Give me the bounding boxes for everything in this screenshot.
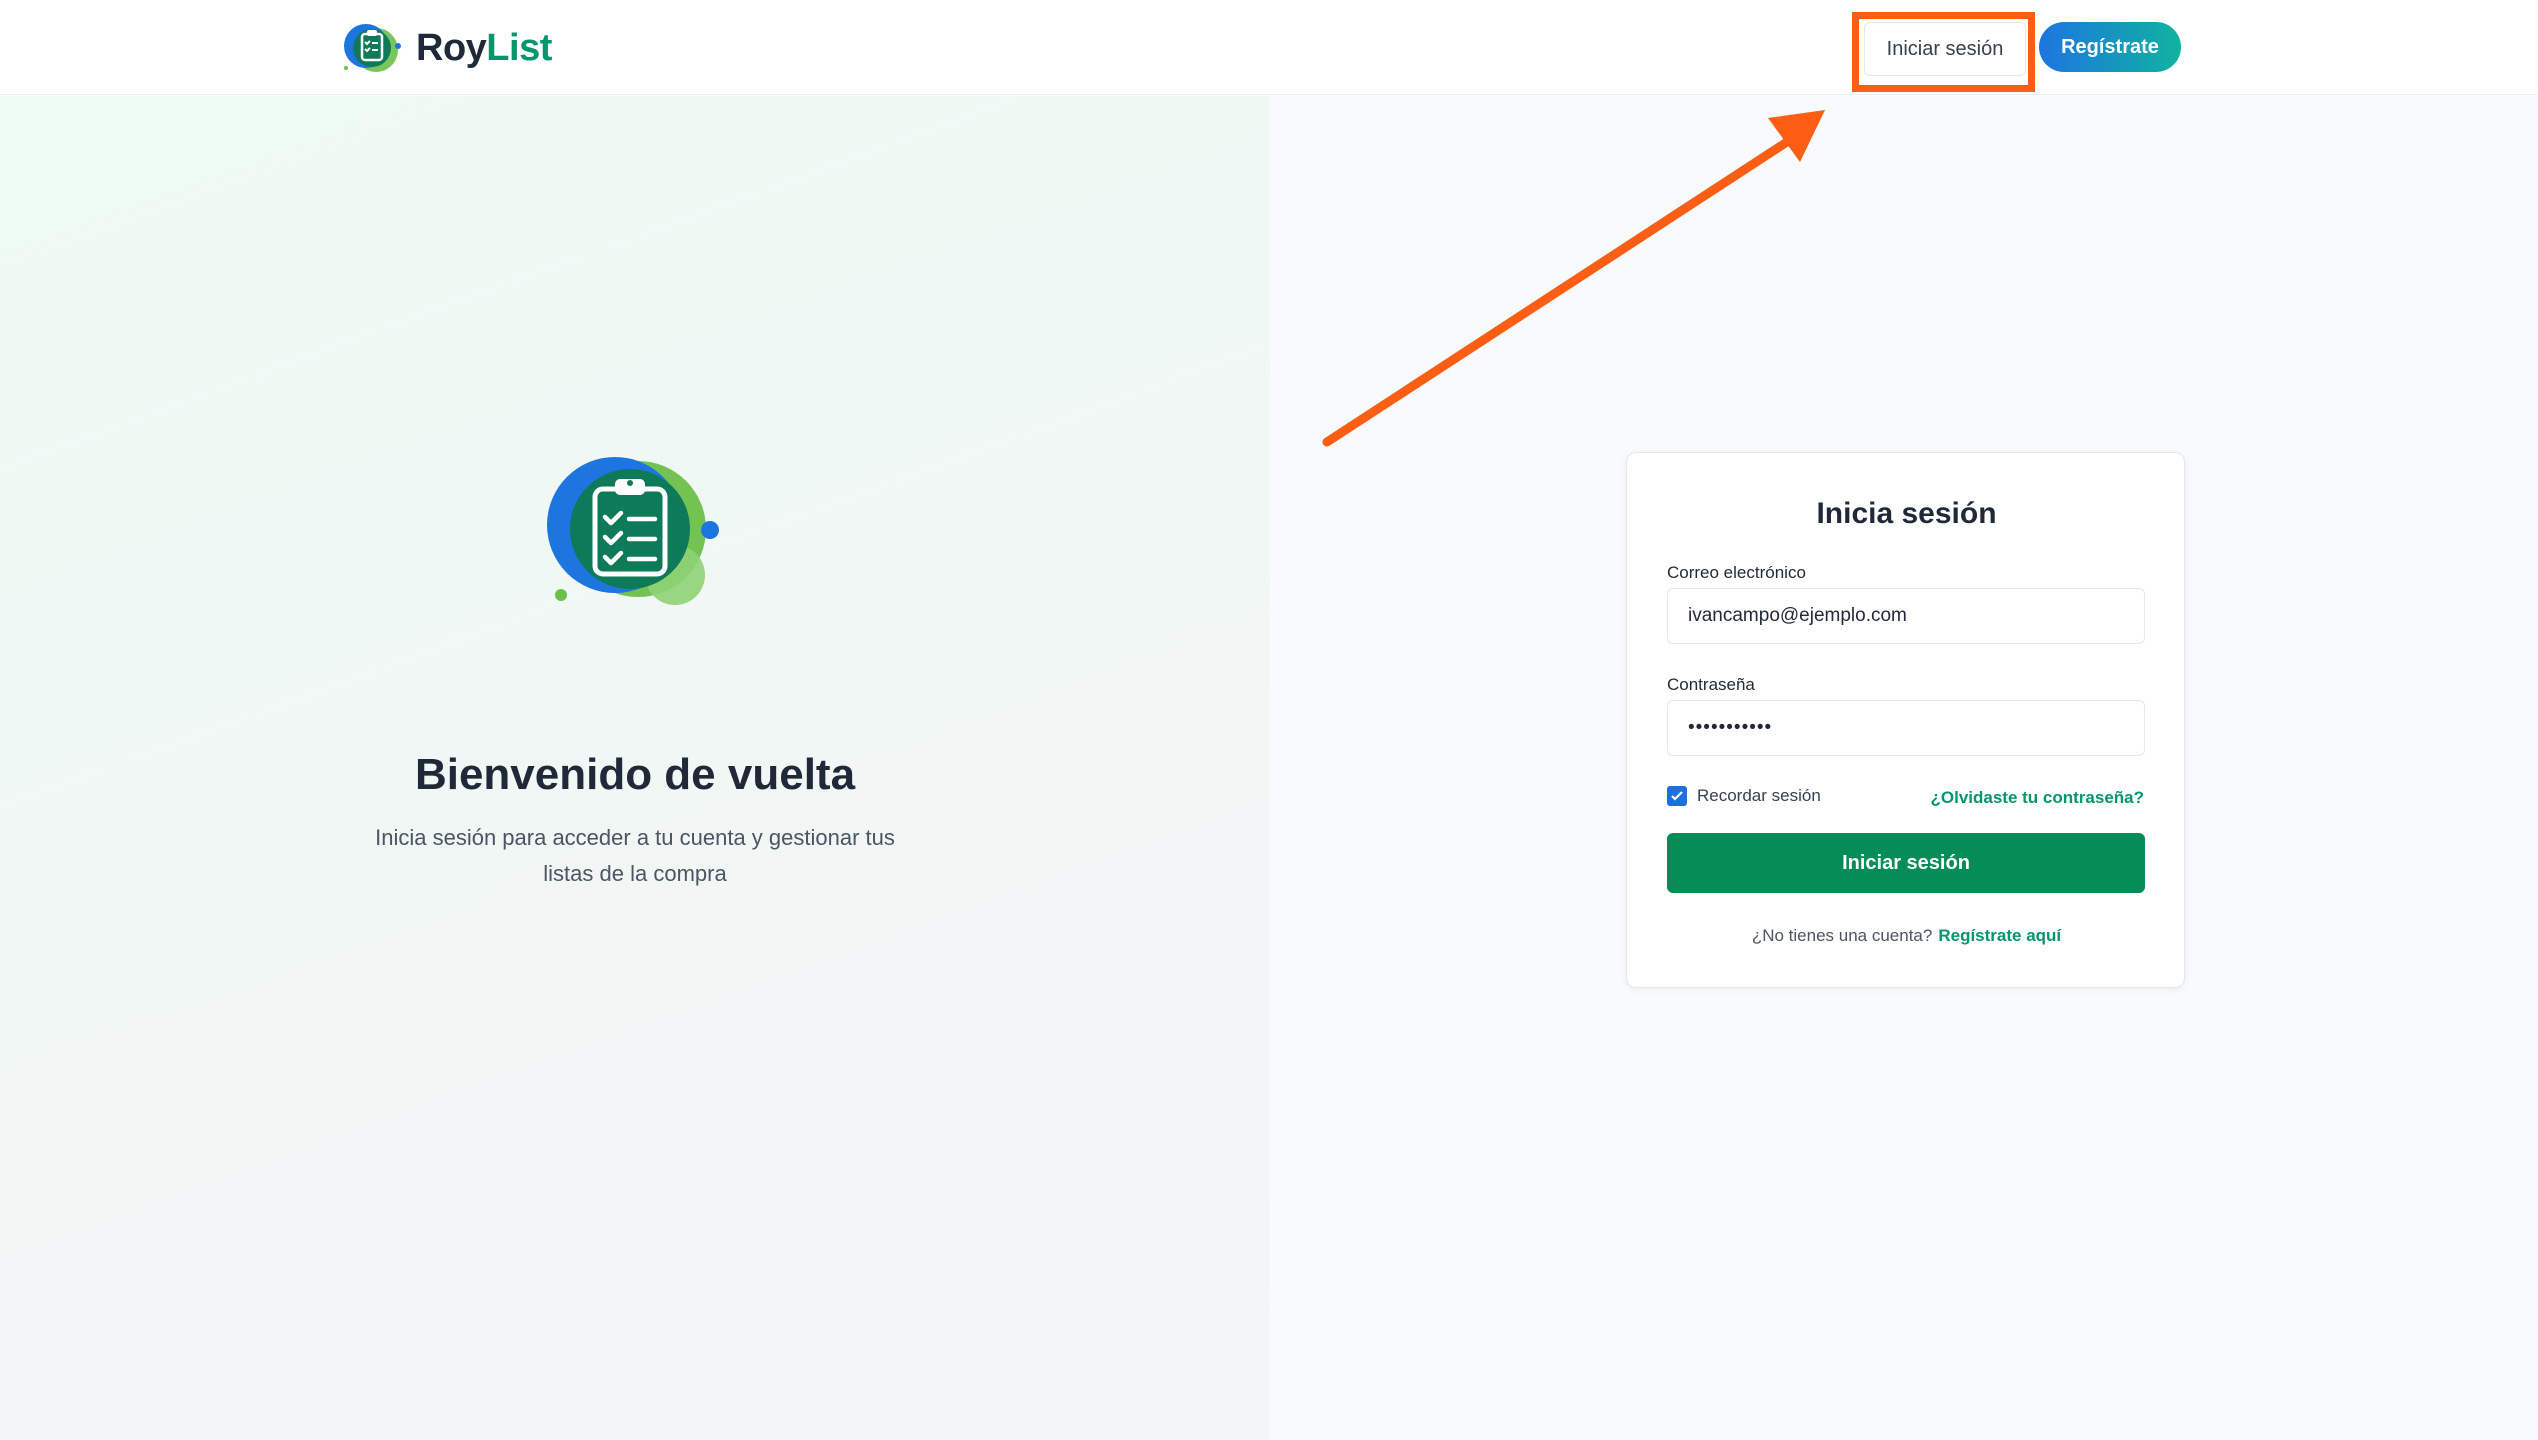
clipboard-hero-icon [547, 457, 719, 605]
checkbox-checked-icon[interactable] [1667, 786, 1687, 806]
clipboard-logo-icon [344, 24, 401, 72]
nav-register-button[interactable]: Regístrate [2039, 22, 2181, 72]
login-card-title: Inicia sesión [1816, 497, 1997, 530]
brand-name: RoyList [416, 26, 552, 69]
login-submit-button[interactable]: Iniciar sesión [1667, 833, 2145, 893]
forgot-password-link[interactable]: ¿Olvidaste tu contraseña? [1931, 788, 2145, 808]
password-field[interactable]: ••••••••••• [1667, 700, 2145, 756]
welcome-heading: Bienvenido de vuelta [414, 750, 856, 799]
welcome-subtitle: Inicia sesión para acceder a tu cuenta y… [375, 825, 895, 886]
password-label: Contraseña [1667, 675, 1755, 694]
login-card: Inicia sesión Correo electrónico ivancam… [1626, 452, 2185, 988]
brand-logo[interactable]: RoyList [340, 20, 552, 76]
signup-link[interactable]: Regístrate aquí [1938, 926, 2061, 945]
remember-label: Recordar sesión [1697, 786, 1821, 805]
top-navbar: RoyList Iniciar sesión Regístrate [0, 0, 2538, 95]
signup-row: ¿No tienes una cuenta? Regístrate aquí [1627, 926, 2186, 946]
no-account-text: ¿No tienes una cuenta? [1751, 926, 1933, 945]
email-label: Correo electrónico [1667, 563, 1806, 582]
remember-checkbox-row[interactable]: Recordar sesión [1667, 786, 1821, 806]
email-field[interactable]: ivancampo@ejemplo.com [1667, 588, 2145, 644]
nav-login-button[interactable]: Iniciar sesión [1864, 22, 2026, 76]
